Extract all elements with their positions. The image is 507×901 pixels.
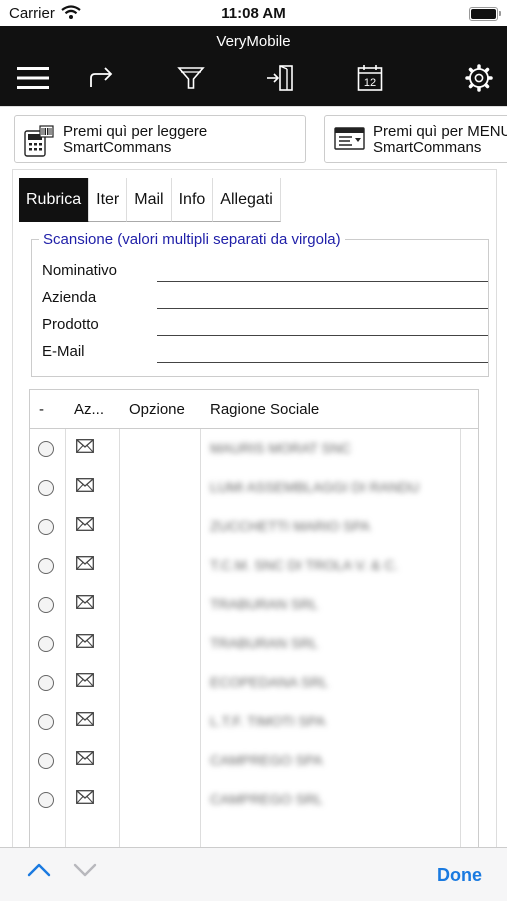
- row-select-radio[interactable]: [38, 714, 54, 730]
- table-row[interactable]: L.T.F. TIMOTI SPA: [30, 702, 478, 741]
- menu-icon[interactable]: [13, 58, 53, 98]
- calendar-icon[interactable]: 12: [350, 58, 390, 98]
- keyboard-accessory-bar: Done: [0, 847, 507, 901]
- gear-icon[interactable]: [459, 58, 499, 98]
- field-label-prodotto: Prodotto: [42, 316, 99, 333]
- envelope-icon[interactable]: [76, 439, 94, 458]
- row-select-radio[interactable]: [38, 636, 54, 652]
- envelope-icon[interactable]: [76, 751, 94, 770]
- ragione-sociale-cell: LUMI ASSEMBLAGGI DI RANDU: [210, 479, 420, 495]
- table-row[interactable]: ZUCCHETTI MARIO SPA: [30, 507, 478, 546]
- field-row-email: E-Mail: [42, 341, 488, 363]
- table-row[interactable]: CAMPREGO SRL: [30, 780, 478, 819]
- envelope-icon[interactable]: [76, 790, 94, 809]
- row-select-radio[interactable]: [38, 480, 54, 496]
- scan-read-button[interactable]: Premi quì per leggere SmartCommans: [14, 115, 306, 163]
- row-select-radio[interactable]: [38, 558, 54, 574]
- table-row[interactable]: LUMI ASSEMBLAGGI DI RANDU: [30, 468, 478, 507]
- envelope-icon[interactable]: [76, 517, 94, 536]
- field-label-azienda: Azienda: [42, 289, 97, 306]
- row-select-radio[interactable]: [38, 792, 54, 808]
- envelope-icon[interactable]: [76, 595, 94, 614]
- battery-icon: [469, 7, 501, 21]
- ragione-sociale-cell: L.T.F. TIMOTI SPA: [210, 713, 326, 729]
- azienda-input[interactable]: [157, 287, 488, 309]
- tab-rubrica[interactable]: Rubrica: [19, 178, 90, 222]
- filter-icon[interactable]: [171, 58, 211, 98]
- tab-bar: Rubrica Iter Mail Info Allegati: [19, 178, 281, 222]
- ragione-sociale-cell: CAMPREGO SPA: [210, 752, 323, 768]
- contacts-grid: - Az... Opzione Ragione Sociale MAURIS M…: [29, 389, 479, 848]
- tab-info[interactable]: Info: [171, 178, 214, 222]
- calendar-day: 12: [364, 77, 376, 89]
- ragione-sociale-cell: ZUCCHETTI MARIO SPA: [210, 518, 370, 534]
- table-row[interactable]: CAMPREGO SPA: [30, 741, 478, 780]
- ragione-sociale-cell: CAMPREGO SRL: [210, 791, 323, 807]
- app-header: VeryMobile 12: [0, 26, 507, 106]
- table-row[interactable]: MAURIS MORAT SNC: [30, 429, 478, 468]
- table-row[interactable]: ECOPEDANA SRL: [30, 663, 478, 702]
- ragione-sociale-cell: TRABURAN SRL: [210, 596, 319, 612]
- row-select-radio[interactable]: [38, 519, 54, 535]
- tab-iter[interactable]: Iter: [89, 178, 128, 222]
- exit-door-icon[interactable]: [260, 58, 300, 98]
- field-label-email: E-Mail: [42, 343, 85, 360]
- status-bar: Carrier 11:08 AM: [0, 0, 507, 26]
- table-row[interactable]: T.C.M. SNC DI TROLA V. & C.: [30, 546, 478, 585]
- ragione-sociale-cell: MAURIS MORAT SNC: [210, 440, 352, 456]
- tab-allegati[interactable]: Allegati: [213, 178, 281, 222]
- tab-mail[interactable]: Mail: [127, 178, 172, 222]
- row-select-radio[interactable]: [38, 675, 54, 691]
- row-select-radio[interactable]: [38, 753, 54, 769]
- app-title: VeryMobile: [216, 33, 291, 50]
- fieldset-legend: Scansione (valori multipli separati da v…: [39, 231, 345, 248]
- barcode-scanner-icon: [24, 125, 54, 162]
- row-select-radio[interactable]: [38, 441, 54, 457]
- col-header-azioni[interactable]: Az...: [74, 390, 104, 428]
- envelope-icon[interactable]: [76, 673, 94, 692]
- col-header-opzione[interactable]: Opzione: [129, 390, 185, 428]
- envelope-icon[interactable]: [76, 556, 94, 575]
- menu-card-icon: [334, 125, 366, 158]
- scan-menu-button[interactable]: Premi quì per MENU SmartCommans: [324, 115, 507, 163]
- table-row[interactable]: TRABURAN SRL: [30, 624, 478, 663]
- main-content: Premi quì per leggere SmartCommans Premi…: [0, 106, 507, 848]
- table-row[interactable]: TRABURAN SRL: [30, 585, 478, 624]
- col-header-select[interactable]: -: [39, 390, 44, 428]
- prodotto-input[interactable]: [157, 314, 488, 336]
- chevron-up-icon[interactable]: [27, 862, 51, 883]
- nominativo-input[interactable]: [157, 260, 488, 282]
- col-header-ragione-sociale[interactable]: Ragione Sociale: [210, 390, 319, 428]
- field-label-nominativo: Nominativo: [42, 262, 118, 279]
- envelope-icon[interactable]: [76, 712, 94, 731]
- ragione-sociale-cell: T.C.M. SNC DI TROLA V. & C.: [210, 557, 399, 573]
- envelope-icon[interactable]: [76, 634, 94, 653]
- share-arrow-icon[interactable]: [82, 58, 122, 98]
- scan-fieldset: Scansione (valori multipli separati da v…: [31, 231, 489, 377]
- ragione-sociale-cell: ECOPEDANA SRL: [210, 674, 329, 690]
- envelope-icon[interactable]: [76, 478, 94, 497]
- field-row-prodotto: Prodotto: [42, 314, 488, 336]
- email-input[interactable]: [157, 341, 488, 363]
- ragione-sociale-cell: TRABURAN SRL: [210, 635, 319, 651]
- row-select-radio[interactable]: [38, 597, 54, 613]
- scan-read-label: Premi quì per leggere SmartCommans: [63, 123, 208, 156]
- field-row-nominativo: Nominativo: [42, 260, 488, 282]
- tab-panel: Rubrica Iter Mail Info Allegati Scansion…: [12, 169, 497, 848]
- chevron-down-icon[interactable]: [73, 862, 97, 883]
- grid-header: - Az... Opzione Ragione Sociale: [30, 390, 478, 429]
- field-row-azienda: Azienda: [42, 287, 488, 309]
- scan-menu-label: Premi quì per MENU SmartCommans: [373, 123, 507, 156]
- status-time: 11:08 AM: [221, 5, 286, 22]
- done-button[interactable]: Done: [437, 865, 482, 886]
